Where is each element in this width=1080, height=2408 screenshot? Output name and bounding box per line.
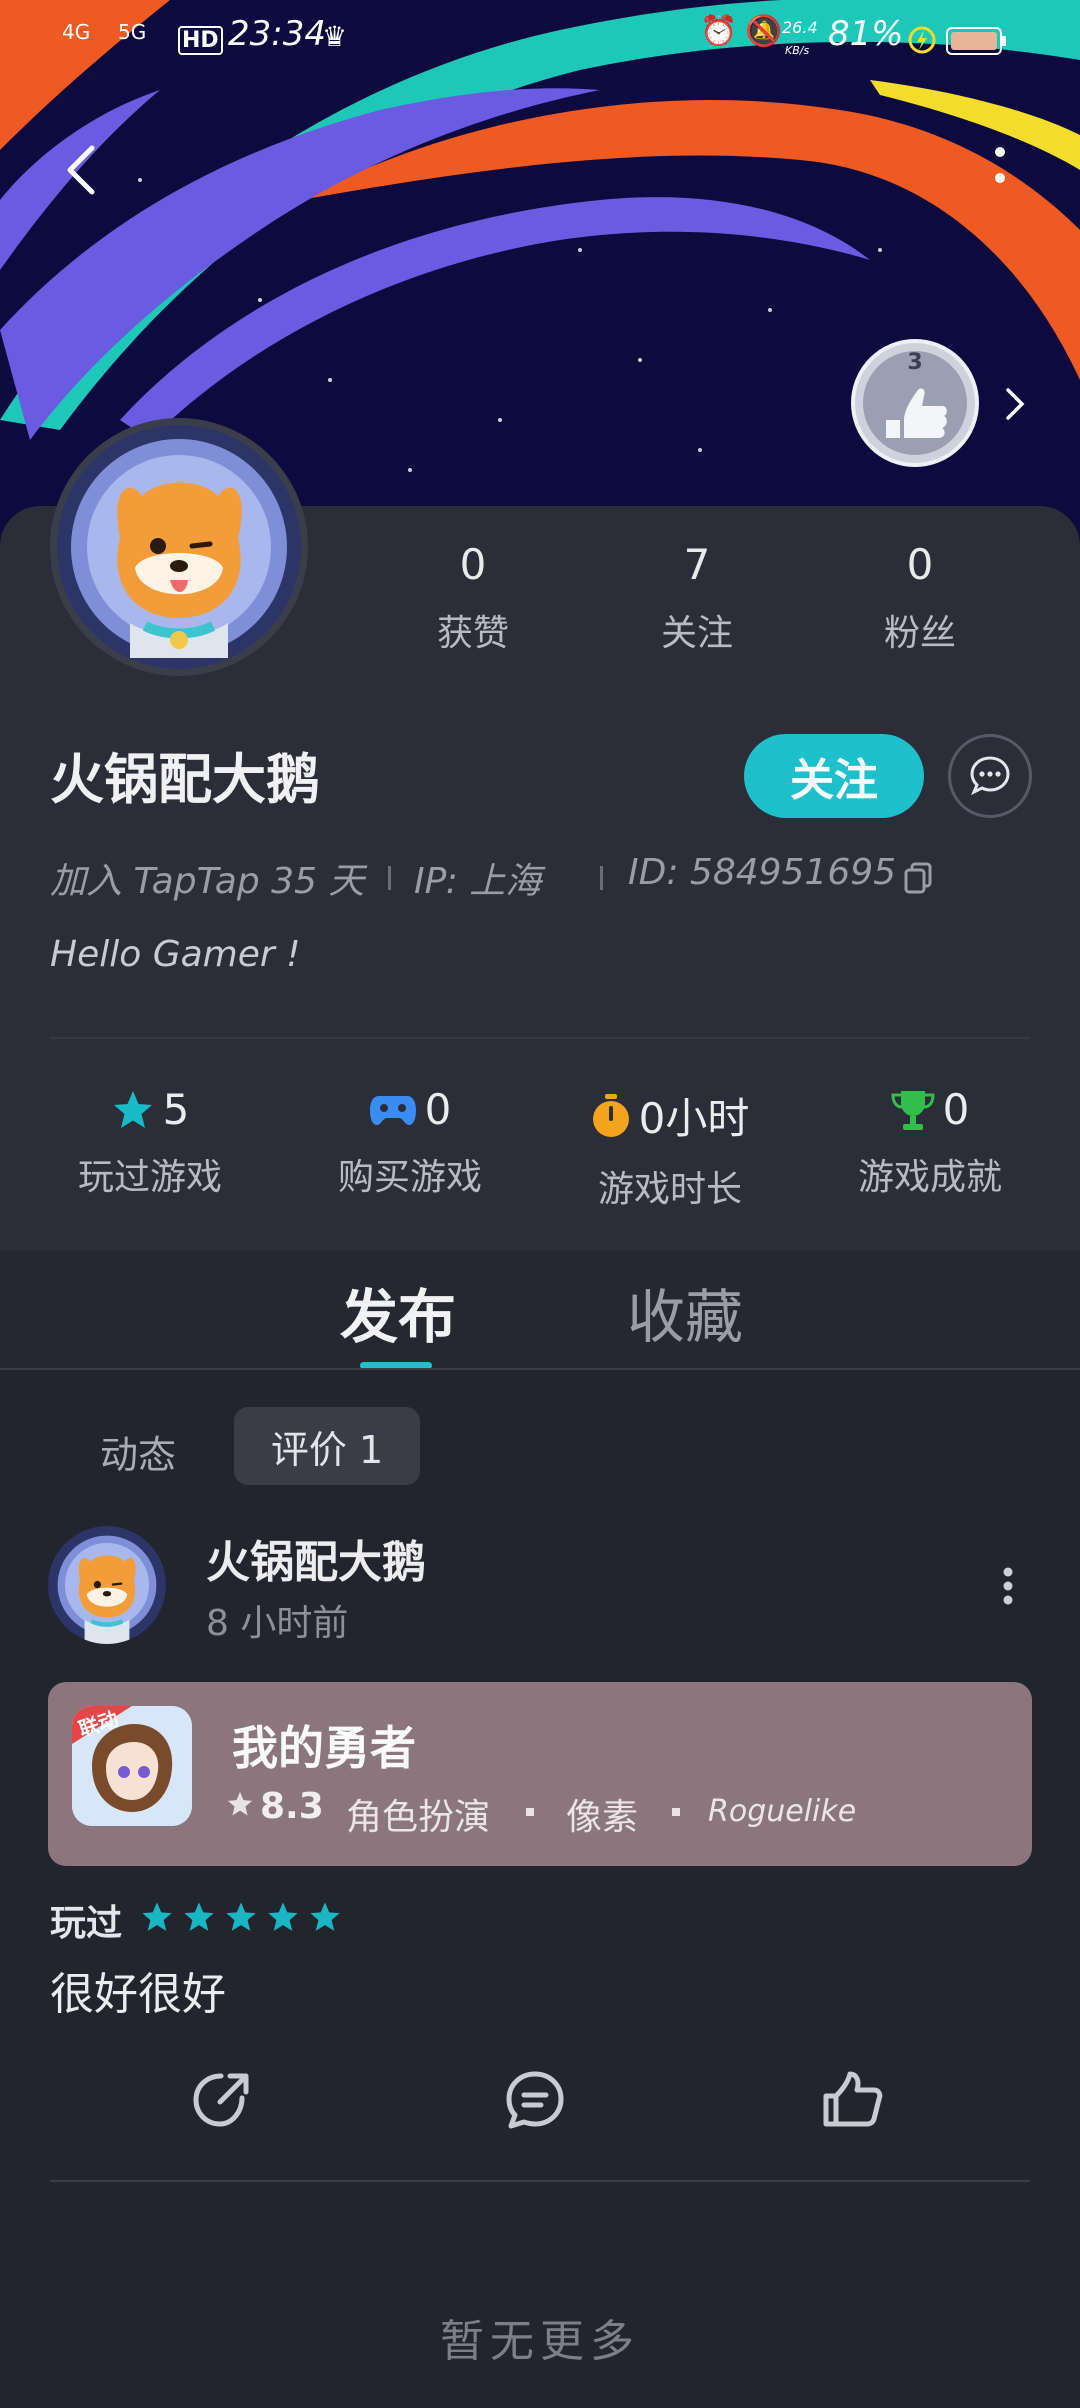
ip-location: IP: 上海 bbox=[414, 861, 542, 902]
crown-icon: ♛ bbox=[322, 20, 348, 53]
gamepad-icon bbox=[369, 1095, 416, 1125]
stat-likes-value: 0 bbox=[459, 540, 487, 589]
divider bbox=[600, 866, 603, 890]
back-arrow-icon[interactable] bbox=[60, 140, 100, 200]
profile-name: 火锅配大鹅 bbox=[50, 748, 320, 811]
post-author-name[interactable]: 火锅配大鹅 bbox=[206, 1526, 426, 1590]
clock: 23:34 bbox=[228, 14, 326, 54]
game-card[interactable] bbox=[48, 1682, 1032, 1866]
network-5g: 5G bbox=[118, 20, 147, 44]
rating-stars bbox=[140, 1900, 342, 1936]
game-title: 我的勇者 bbox=[232, 1721, 416, 1775]
stat-fans-value[interactable]: 0 bbox=[840, 540, 1000, 589]
net-speed: 26.4 bbox=[782, 18, 818, 37]
share-icon[interactable] bbox=[190, 2068, 254, 2132]
post-more-icon[interactable] bbox=[998, 1566, 1018, 1606]
comment-icon[interactable] bbox=[503, 2068, 567, 2132]
rating-star-icon bbox=[310, 1902, 340, 1931]
rating-star-icon bbox=[268, 1902, 298, 1931]
post-time: 8 小时前 bbox=[206, 1603, 349, 1644]
tab-bar bbox=[0, 1251, 1080, 1369]
stopwatch-icon bbox=[592, 1093, 629, 1137]
stat-fans-label[interactable]: 粉丝 bbox=[840, 604, 1000, 656]
subtab-activity[interactable]: 动态 bbox=[100, 1424, 176, 1479]
chevron-right-icon[interactable] bbox=[1000, 384, 1030, 424]
divider bbox=[388, 866, 391, 890]
copy-icon[interactable] bbox=[902, 860, 934, 896]
more-menu-icon[interactable] bbox=[990, 140, 1010, 200]
game-tag: Roguelike bbox=[708, 1794, 857, 1829]
net-speed-unit: KB/s bbox=[785, 44, 810, 57]
post-author-avatar[interactable] bbox=[48, 1526, 166, 1644]
game-tag: 像素 bbox=[566, 1797, 639, 1838]
rating-star-icon bbox=[184, 1902, 214, 1931]
time-value: 0小时 bbox=[638, 1094, 750, 1143]
battery-icon bbox=[946, 26, 1006, 55]
tag-separator bbox=[672, 1808, 680, 1816]
divider bbox=[50, 2180, 1030, 2182]
rating-star-icon bbox=[142, 1902, 172, 1931]
played-label: 玩过 bbox=[50, 1903, 123, 1944]
rating-star-icon bbox=[226, 1902, 256, 1931]
alarm-icon: ⏰ bbox=[700, 14, 738, 49]
score-star-icon bbox=[226, 1790, 256, 1820]
game-stat-played[interactable]: 5 玩过游戏 bbox=[40, 1085, 260, 1215]
stat-likes-label: 获赞 bbox=[436, 613, 509, 654]
avatar[interactable] bbox=[50, 418, 308, 676]
like-badge-count: 3 bbox=[907, 350, 923, 375]
bought-label: 购买游戏 bbox=[337, 1157, 482, 1198]
divider bbox=[50, 1037, 1030, 1039]
network-4g: 4G bbox=[62, 20, 91, 44]
charging-icon bbox=[908, 26, 936, 54]
battery-percent: 81% bbox=[828, 14, 904, 54]
played-value: 5 bbox=[162, 1085, 190, 1134]
review-content: 很好很好 bbox=[50, 1969, 226, 2020]
achievements-value: 0 bbox=[942, 1085, 970, 1134]
time-label: 游戏时长 bbox=[597, 1169, 742, 1210]
trophy-icon bbox=[891, 1090, 935, 1130]
game-stat-achievements[interactable]: 0 游戏成就 bbox=[820, 1085, 1040, 1215]
tab-publish[interactable]: 发布 bbox=[318, 1270, 478, 1354]
game-stat-time[interactable]: 0小时 游戏时长 bbox=[560, 1085, 780, 1215]
follow-button[interactable]: 关注 bbox=[744, 734, 924, 818]
game-stat-bought[interactable]: 0 购买游戏 bbox=[300, 1085, 520, 1215]
stat-following-label[interactable]: 关注 bbox=[617, 604, 777, 656]
tag-separator bbox=[526, 1808, 534, 1816]
tab-favorites[interactable]: 收藏 bbox=[605, 1270, 765, 1354]
subtab-reviews[interactable]: 评价 1 bbox=[234, 1407, 420, 1485]
hd-indicator: HD bbox=[178, 26, 223, 55]
game-tag: 角色扮演 bbox=[346, 1797, 491, 1838]
achievements-label: 游戏成就 bbox=[857, 1157, 1002, 1198]
stat-following-value[interactable]: 7 bbox=[617, 540, 777, 589]
bio: Hello Gamer ! bbox=[50, 934, 301, 975]
chat-icon bbox=[970, 756, 1010, 796]
star-icon bbox=[113, 1090, 152, 1128]
played-label: 玩过游戏 bbox=[77, 1157, 222, 1198]
game-score: 8.3 bbox=[260, 1786, 324, 1827]
like-icon[interactable] bbox=[820, 2068, 884, 2132]
message-button[interactable] bbox=[948, 734, 1032, 818]
divider bbox=[0, 1368, 1080, 1370]
user-id: ID: 584951695 bbox=[628, 852, 897, 893]
join-days: 加入 TapTap 35 天 bbox=[50, 861, 365, 902]
mute-icon: 🔕 bbox=[745, 14, 783, 49]
no-more-footer: 暂无更多 bbox=[440, 2316, 640, 2367]
bought-value: 0 bbox=[424, 1085, 452, 1134]
